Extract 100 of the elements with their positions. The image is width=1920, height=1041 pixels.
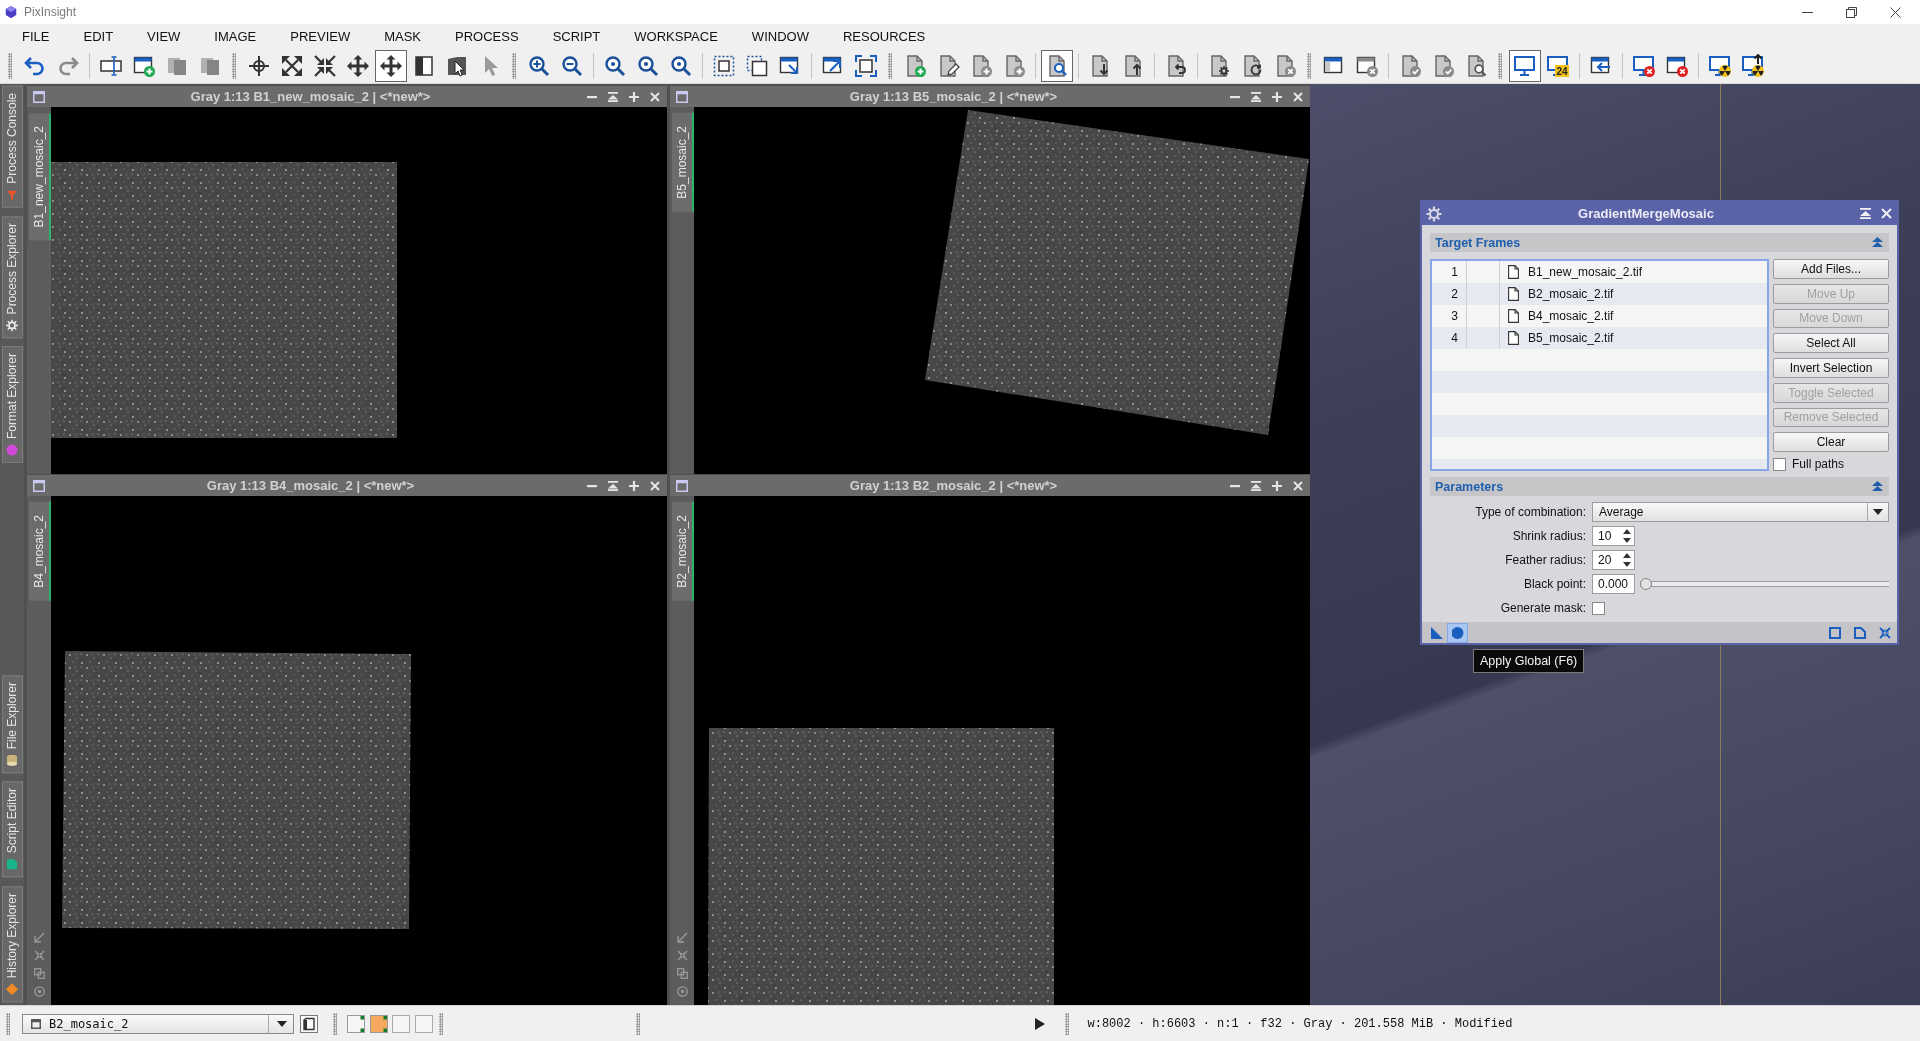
grip-handle[interactable]	[333, 1012, 337, 1035]
grip-handle[interactable]	[6, 1012, 10, 1035]
magnifier-icon[interactable]	[635, 53, 660, 78]
grip-handle[interactable]	[512, 52, 516, 79]
compress-icon[interactable]	[1878, 626, 1891, 639]
play-icon[interactable]	[1034, 1017, 1045, 1030]
arrow-icon[interactable]	[33, 932, 45, 943]
fit-frame-icon[interactable]	[853, 53, 878, 78]
menu-item[interactable]: WORKSPACE	[617, 28, 735, 44]
dock-tab[interactable]: Format Explorer	[1, 346, 23, 464]
arrow-icon[interactable]	[676, 932, 688, 943]
grip-handle[interactable]	[1064, 1012, 1069, 1035]
text-field-icon[interactable]	[98, 53, 123, 78]
plus-icon[interactable]	[629, 91, 639, 102]
compress-icon[interactable]	[676, 950, 688, 961]
spin-arrows-icon[interactable]	[1623, 553, 1631, 567]
dock-tab[interactable]: File Explorer	[1, 674, 23, 774]
file-name: B2_mosaic_2.tif	[1528, 287, 1614, 301]
menu-item[interactable]: EDIT	[66, 28, 131, 44]
plus-icon[interactable]	[1272, 91, 1282, 102]
view-tab[interactable]: B5_mosaic_2	[672, 113, 694, 212]
double-chevron-icon[interactable]	[1872, 237, 1883, 248]
monitor-hazard-up-icon[interactable]	[1740, 53, 1765, 78]
dashed-frames-icon[interactable]	[744, 53, 769, 78]
dock-tab[interactable]: Script Editor	[1, 781, 23, 878]
dialog-button[interactable]: Invert Selection	[1773, 358, 1889, 378]
menu-item[interactable]: WINDOW	[734, 28, 826, 44]
close-icon[interactable]	[1890, 6, 1901, 18]
menu-item[interactable]: SCRIPT	[535, 28, 618, 44]
dock-tab[interactable]: Process Explorer	[1, 215, 23, 339]
menu-item[interactable]: VIEW	[130, 28, 198, 44]
triangle-icon[interactable]	[1430, 626, 1443, 639]
collapse-icon[interactable]	[1251, 91, 1261, 102]
compress-icon[interactable]	[33, 950, 45, 961]
document-magnifier-icon[interactable]	[1040, 49, 1073, 82]
square-icon[interactable]	[1828, 626, 1841, 639]
shrink-icon[interactable]	[312, 53, 337, 78]
restore-icon[interactable]	[1846, 6, 1857, 18]
checkbox[interactable]	[1773, 457, 1786, 471]
corner-square-icon[interactable]	[347, 1014, 365, 1033]
dialog-button[interactable]: Select All	[1773, 333, 1889, 353]
dashed-frame-icon[interactable]	[711, 53, 736, 78]
squares-icon[interactable]	[676, 968, 688, 979]
menu-item[interactable]: IMAGE	[197, 28, 274, 44]
dock-tab[interactable]: Process Console	[1, 86, 23, 208]
slider-track[interactable]	[1640, 578, 1889, 590]
grip-handle[interactable]	[888, 52, 892, 79]
number-field[interactable]: 20	[1592, 550, 1635, 570]
grip-handle[interactable]	[438, 1012, 443, 1035]
section-header[interactable]: Parameters	[1430, 477, 1889, 496]
spin-arrows-icon[interactable]	[1623, 529, 1631, 543]
move-icon[interactable]	[374, 49, 407, 82]
collapse-icon[interactable]	[608, 91, 618, 102]
move-icon[interactable]	[345, 53, 370, 78]
magnifier-icon[interactable]	[602, 53, 627, 78]
menu-item[interactable]: FILE	[5, 28, 67, 44]
menu-item[interactable]: PREVIEW	[273, 28, 368, 44]
monitor-hazard-icon[interactable]	[1707, 53, 1732, 78]
plus-icon[interactable]	[1272, 480, 1282, 491]
collapse-icon[interactable]	[608, 480, 618, 491]
monitor-icon[interactable]	[1508, 49, 1541, 82]
slider-thumb[interactable]	[1640, 578, 1652, 590]
zoom-in-icon[interactable]	[526, 53, 551, 78]
target-icon[interactable]	[33, 986, 45, 997]
page-icon[interactable]	[300, 1014, 318, 1033]
double-chevron-icon[interactable]	[1872, 481, 1883, 492]
filled-square-icon[interactable]	[369, 1014, 388, 1033]
target-icon[interactable]	[676, 986, 688, 997]
view-selector[interactable]: B2_mosaic_2	[22, 1013, 294, 1034]
section-header[interactable]: Target Frames	[1430, 233, 1889, 252]
dialog-button[interactable]: Add Files...	[1773, 259, 1889, 279]
dock-tab[interactable]: History Explorer	[1, 885, 23, 1002]
plus-icon[interactable]	[629, 480, 639, 491]
menu-item[interactable]: MASK	[367, 28, 439, 44]
view-tab[interactable]: B2_mosaic_2	[672, 502, 694, 601]
checkbox[interactable]	[1592, 601, 1605, 615]
checkbox-label: Full paths	[1792, 457, 1845, 471]
combination-dropdown[interactable]: Average	[1592, 502, 1889, 522]
collapse-icon[interactable]	[1860, 208, 1871, 219]
crosshair-icon[interactable]	[246, 53, 271, 78]
grip-handle[interactable]	[8, 52, 12, 79]
collapse-icon[interactable]	[1251, 480, 1261, 491]
magnifier-icon[interactable]	[668, 53, 693, 78]
zoom-out-icon[interactable]	[559, 53, 584, 78]
number-field[interactable]: 10	[1592, 526, 1635, 546]
grip-handle[interactable]	[635, 1012, 640, 1035]
grip-handle[interactable]	[1498, 52, 1502, 79]
number-field[interactable]: 0.000	[1592, 574, 1635, 594]
dialog-button[interactable]: Clear	[1773, 432, 1889, 452]
view-tab[interactable]: B4_mosaic_2	[29, 502, 51, 601]
expand-icon[interactable]	[279, 53, 304, 78]
file-name: B5_mosaic_2.tif	[1528, 331, 1614, 345]
monitor-close-icon[interactable]	[1631, 53, 1656, 78]
view-tab[interactable]: B1_new_mosaic_2	[29, 113, 51, 241]
grip-handle[interactable]	[232, 52, 236, 79]
squares-icon[interactable]	[33, 968, 45, 979]
menu-item[interactable]: RESOURCES	[825, 28, 943, 44]
grip-handle[interactable]	[1307, 52, 1311, 79]
gear-icon[interactable]	[1426, 205, 1442, 222]
menu-item[interactable]: PROCESS	[438, 28, 536, 44]
